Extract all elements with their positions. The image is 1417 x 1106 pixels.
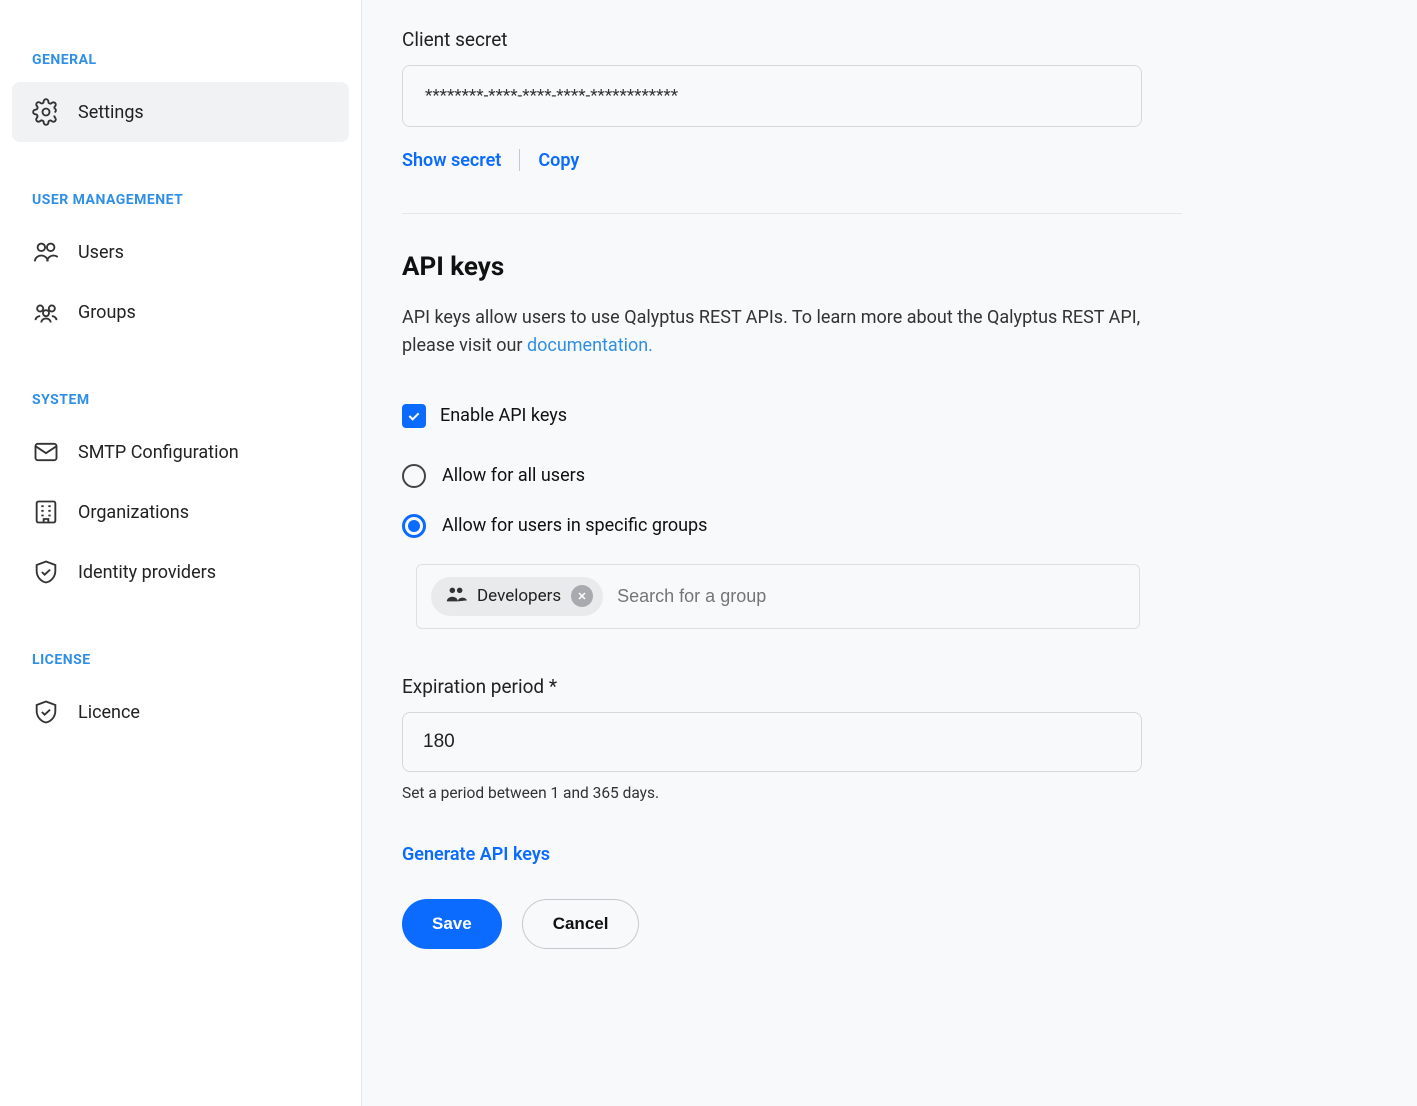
- api-keys-description: API keys allow users to use Qalyptus RES…: [402, 304, 1142, 360]
- group-chip: Developers: [431, 577, 603, 616]
- groups-icon: [32, 298, 60, 326]
- api-keys-allow-radios: Allow for all users Allow for users in s…: [402, 464, 1302, 629]
- sidebar-item-licence[interactable]: Licence: [12, 682, 349, 742]
- enable-api-keys-label: Enable API keys: [440, 405, 567, 426]
- sidebar-item-label: Settings: [78, 102, 144, 123]
- people-icon: [445, 585, 467, 608]
- section-header-system: SYSTEM: [12, 372, 349, 422]
- save-button[interactable]: Save: [402, 899, 502, 949]
- mail-icon: [32, 438, 60, 466]
- generate-api-keys-link[interactable]: Generate API keys: [402, 844, 550, 865]
- sidebar-item-identity-providers[interactable]: Identity providers: [12, 542, 349, 602]
- expiration-input[interactable]: [402, 712, 1142, 772]
- section-header-general: GENERAL: [12, 32, 349, 82]
- sidebar-item-label: Users: [78, 242, 124, 263]
- client-secret-label: Client secret: [402, 28, 1302, 51]
- sidebar-item-organizations[interactable]: Organizations: [12, 482, 349, 542]
- show-secret-link[interactable]: Show secret: [402, 150, 501, 171]
- group-multiselect[interactable]: Developers: [416, 564, 1140, 629]
- expiration-hint: Set a period between 1 and 365 days.: [402, 784, 1302, 802]
- sidebar-item-label: Licence: [78, 702, 140, 723]
- sidebar-item-groups[interactable]: Groups: [12, 282, 349, 342]
- api-keys-title: API keys: [402, 252, 1302, 282]
- sidebar-item-label: Identity providers: [78, 562, 216, 583]
- sidebar-item-label: Groups: [78, 302, 136, 323]
- expiration-label: Expiration period *: [402, 675, 1302, 698]
- content-area: Client secret ********-****-****-****-**…: [362, 0, 1417, 1106]
- radio-input[interactable]: [402, 514, 426, 538]
- group-search-input[interactable]: [617, 586, 1125, 607]
- cancel-button[interactable]: Cancel: [522, 899, 640, 949]
- enable-api-keys-checkbox[interactable]: [402, 404, 426, 428]
- sidebar-item-label: Organizations: [78, 502, 189, 523]
- shield-check-icon: [32, 558, 60, 586]
- sidebar-item-label: SMTP Configuration: [78, 442, 239, 463]
- sidebar: GENERAL Settings USER MANAGEMENET Users …: [0, 0, 362, 1106]
- radio-allow-all[interactable]: Allow for all users: [402, 464, 1302, 488]
- section-header-user-mgmt: USER MANAGEMENET: [12, 172, 349, 222]
- documentation-link[interactable]: documentation.: [527, 335, 653, 356]
- separator: [519, 149, 520, 171]
- building-icon: [32, 498, 60, 526]
- sidebar-item-users[interactable]: Users: [12, 222, 349, 282]
- remove-chip-icon[interactable]: [571, 585, 593, 607]
- enable-api-keys-row[interactable]: Enable API keys: [402, 404, 1302, 428]
- users-icon: [32, 238, 60, 266]
- group-chip-label: Developers: [477, 586, 561, 606]
- radio-label: Allow for all users: [442, 465, 585, 486]
- copy-secret-link[interactable]: Copy: [538, 150, 579, 171]
- section-header-license: LICENSE: [12, 632, 349, 682]
- gear-icon: [32, 98, 60, 126]
- client-secret-value: ********-****-****-****-************: [402, 65, 1142, 127]
- radio-input[interactable]: [402, 464, 426, 488]
- shield-check-icon: [32, 698, 60, 726]
- radio-label: Allow for users in specific groups: [442, 515, 707, 536]
- section-divider: [402, 213, 1182, 214]
- sidebar-item-settings[interactable]: Settings: [12, 82, 349, 142]
- sidebar-item-smtp[interactable]: SMTP Configuration: [12, 422, 349, 482]
- radio-allow-groups[interactable]: Allow for users in specific groups: [402, 514, 1302, 538]
